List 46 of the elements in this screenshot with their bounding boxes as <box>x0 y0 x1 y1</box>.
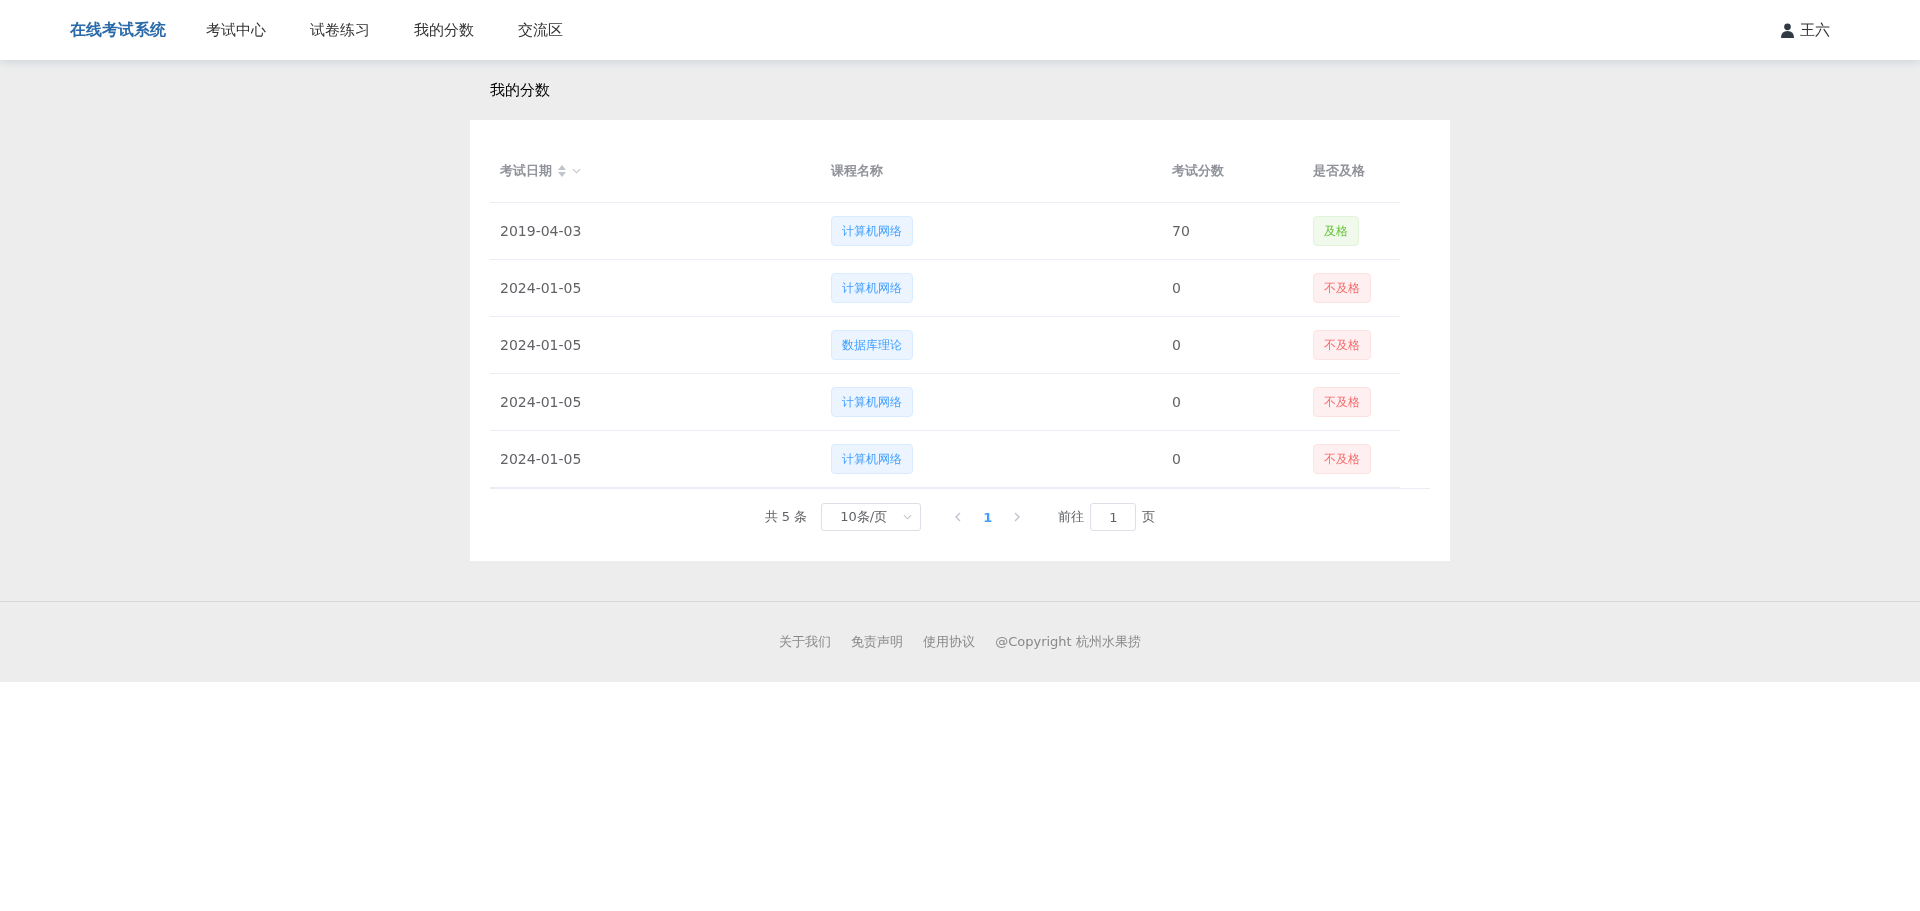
course-tag: 计算机网络 <box>831 387 913 417</box>
user-menu[interactable]: 王六 <box>1781 20 1830 40</box>
result-tag: 不及格 <box>1313 387 1371 417</box>
date-cell: 2024-01-05 <box>500 394 582 410</box>
date-cell: 2024-01-05 <box>500 280 582 296</box>
footer-link[interactable]: 关于我们 <box>779 633 832 651</box>
course-tag: 计算机网络 <box>831 273 913 303</box>
column-header: 考试分数 <box>1172 162 1224 180</box>
footer-link[interactable]: 免责声明 <box>851 633 904 651</box>
date-cell: 2024-01-05 <box>500 337 582 353</box>
next-page-icon[interactable] <box>1014 512 1021 522</box>
nav-link[interactable]: 考试中心 <box>206 20 266 40</box>
nav-link[interactable]: 试卷练习 <box>310 20 370 40</box>
score-cell: 70 <box>1172 223 1190 239</box>
page-input[interactable]: 1 <box>1090 503 1137 531</box>
score-cell: 0 <box>1172 451 1181 467</box>
date-cell: 2024-01-05 <box>500 451 582 467</box>
sort-icon[interactable] <box>558 165 566 177</box>
page-title: 我的分数 <box>489 80 551 100</box>
nav-link[interactable]: 交流区 <box>518 20 563 40</box>
chevron-down-icon <box>903 514 913 520</box>
result-tag: 不及格 <box>1313 273 1371 303</box>
column-header: 是否及格 <box>1313 162 1365 180</box>
footer-link[interactable]: 使用协议 <box>923 633 976 651</box>
user-icon <box>1781 22 1794 38</box>
total-count: 共 5 条 <box>764 508 808 526</box>
score-cell: 0 <box>1172 337 1181 353</box>
sortable-column-header[interactable]: 考试日期 <box>500 162 581 180</box>
prev-page-icon[interactable] <box>955 512 962 522</box>
copyright-text: @Copyright 杭州水果捞 <box>995 633 1141 651</box>
nav-link[interactable]: 我的分数 <box>414 20 474 40</box>
result-tag: 不及格 <box>1313 444 1371 474</box>
date-cell: 2019-04-03 <box>500 223 582 239</box>
course-tag: 计算机网络 <box>831 444 913 474</box>
course-tag: 计算机网络 <box>831 216 913 246</box>
result-tag: 及格 <box>1313 216 1359 246</box>
page-size-select[interactable]: 10条/页 <box>821 503 922 531</box>
page-suffix: 页 <box>1142 508 1156 526</box>
score-cell: 0 <box>1172 394 1181 410</box>
goto-label: 前往 <box>1058 508 1085 526</box>
column-header: 课程名称 <box>831 162 883 180</box>
score-cell: 0 <box>1172 280 1181 296</box>
course-tag: 数据库理论 <box>831 330 913 360</box>
chevron-down-icon[interactable] <box>572 168 581 174</box>
result-tag: 不及格 <box>1313 330 1371 360</box>
brand-title[interactable]: 在线考试系统 <box>70 19 166 41</box>
